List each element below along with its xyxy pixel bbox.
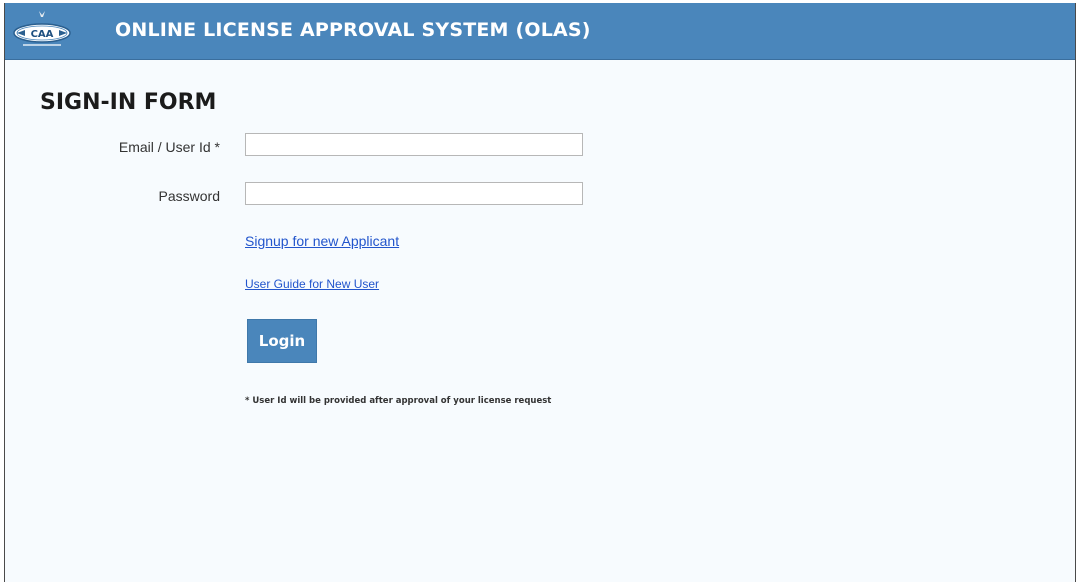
signup-link[interactable]: Signup for new Applicant xyxy=(245,233,399,249)
user-id-note: * User Id will be provided after approva… xyxy=(245,396,552,406)
login-button[interactable]: Login xyxy=(247,319,317,363)
caa-logo-icon: CAA xyxy=(13,11,71,46)
password-field[interactable] xyxy=(245,182,583,205)
password-label: Password xyxy=(158,188,220,204)
app-header: CAA ONLINE LICENSE APPROVAL SYSTEM (OLAS… xyxy=(5,3,1075,60)
email-field[interactable] xyxy=(245,133,583,156)
email-label: Email / User Id * xyxy=(118,139,220,155)
user-guide-link[interactable]: User Guide for New User xyxy=(245,277,379,291)
page-frame: CAA ONLINE LICENSE APPROVAL SYSTEM (OLAS… xyxy=(4,3,1076,582)
app-title: ONLINE LICENSE APPROVAL SYSTEM (OLAS) xyxy=(115,19,591,41)
page-title: SIGN-IN FORM xyxy=(40,90,217,115)
logo-text: CAA xyxy=(31,29,54,40)
